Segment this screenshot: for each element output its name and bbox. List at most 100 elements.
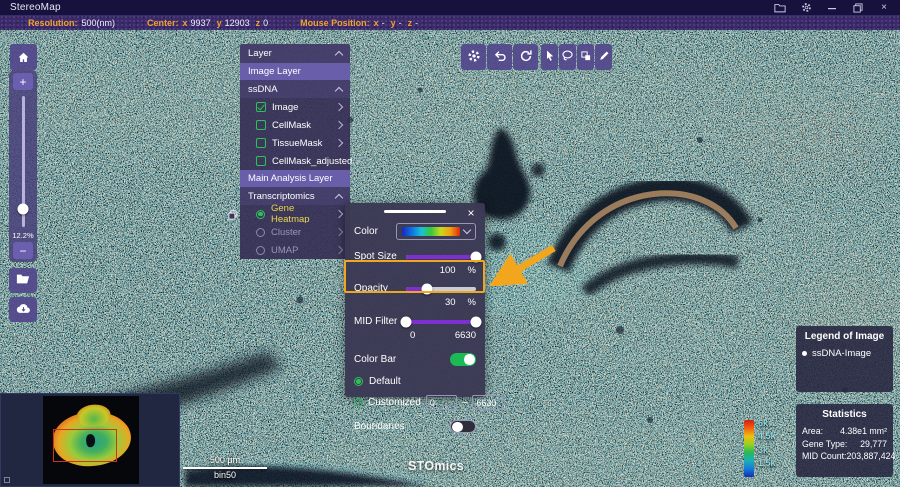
pencil-icon xyxy=(598,50,610,65)
layer-item-tissuemask[interactable]: TissueMask xyxy=(240,134,350,152)
gear-icon xyxy=(467,49,481,66)
chevron-right-icon[interactable] xyxy=(335,121,343,129)
layer-item-cellmask[interactable]: CellMask xyxy=(240,116,350,134)
home-button[interactable] xyxy=(10,44,37,70)
cloud-download-icon xyxy=(16,302,31,317)
spot-size-unit: % xyxy=(468,265,476,276)
spot-size-knob[interactable] xyxy=(471,251,482,262)
chevron-right-icon[interactable] xyxy=(335,246,343,254)
image-layer-section-header: Image Layer xyxy=(240,63,350,80)
group-squares-icon xyxy=(580,50,592,65)
cloud-export-button[interactable] xyxy=(9,297,37,322)
stereomap-window: StereoMap × Resolution: 500(nm) Center: … xyxy=(0,0,900,487)
ssdna-group-header[interactable]: ssDNA xyxy=(240,80,350,98)
checkbox-icon[interactable] xyxy=(256,138,266,148)
zoom-in-button[interactable]: + xyxy=(13,73,33,90)
color-label: Color xyxy=(354,226,378,237)
mid-filter-max-value: 6630 xyxy=(455,330,476,341)
customized-max-input[interactable] xyxy=(472,395,503,410)
layer-panel: Layer Image Layer ssDNA Image CellMask T… xyxy=(240,44,350,259)
chevron-right-icon[interactable] xyxy=(335,228,343,236)
opacity-knob[interactable] xyxy=(422,283,433,294)
lasso-icon xyxy=(561,49,574,65)
customized-radio[interactable] xyxy=(354,398,363,407)
minimize-icon[interactable] xyxy=(826,2,838,14)
gene-heatmap-settings-popup: × Color Spot Size 100 % Opacity xyxy=(345,203,485,397)
group-select-button[interactable] xyxy=(577,44,594,70)
zoom-slider[interactable] xyxy=(22,96,25,227)
checkbox-checked-icon[interactable] xyxy=(256,102,266,112)
legend-title: Legend of Image xyxy=(802,331,887,342)
mid-filter-label: MID Filter xyxy=(354,316,406,327)
redo-icon xyxy=(519,49,533,66)
chevron-right-icon[interactable] xyxy=(335,103,343,111)
undo-icon xyxy=(493,49,507,66)
stat-row-area: Area: 4.38e1 mm² xyxy=(802,426,887,436)
boundaries-label: Boundaries xyxy=(354,421,405,432)
settings-button[interactable] xyxy=(461,44,486,70)
minimap-panel xyxy=(0,393,180,487)
maximize-icon[interactable] xyxy=(852,2,864,14)
boundaries-toggle[interactable] xyxy=(450,420,476,433)
popup-close-button[interactable]: × xyxy=(464,206,478,220)
radio-icon[interactable] xyxy=(256,228,265,237)
app-title: StereoMap xyxy=(10,2,61,13)
zoom-slider-knob[interactable] xyxy=(18,203,29,214)
customized-min-input[interactable] xyxy=(426,395,457,410)
layer-item-image[interactable]: Image xyxy=(240,98,350,116)
minimap-viewport-rect[interactable] xyxy=(53,429,117,462)
layer-item-umap[interactable]: UMAP xyxy=(240,241,350,259)
layer-panel-header[interactable]: Layer xyxy=(240,44,350,63)
checkbox-icon[interactable] xyxy=(256,120,266,130)
spot-size-slider[interactable] xyxy=(406,255,476,259)
legend-item: ssDNA-Image xyxy=(802,348,887,359)
default-label: Default xyxy=(369,376,401,387)
popup-drag-handle[interactable] xyxy=(384,210,446,213)
redo-button[interactable] xyxy=(513,44,538,70)
layer-item-gene-heatmap[interactable]: Gene Heatmap xyxy=(240,205,350,223)
opacity-value: 30 xyxy=(445,297,456,308)
layer-item-cluster[interactable]: Cluster xyxy=(240,223,350,241)
minimap-thumbnail[interactable] xyxy=(43,396,139,484)
customized-label: Customized xyxy=(368,397,421,408)
undo-button[interactable] xyxy=(487,44,512,70)
chevron-right-icon[interactable] xyxy=(335,210,343,218)
open-file-button[interactable] xyxy=(9,268,37,293)
selection-toolbar xyxy=(541,44,612,70)
chevron-down-icon xyxy=(463,226,471,234)
chevron-up-icon xyxy=(335,86,343,94)
center-readout: Center: x 9937 y 12903 z 0 xyxy=(147,18,274,28)
range-dash: – xyxy=(462,397,468,408)
statistics-panel: Statistics Area: 4.38e1 mm² Gene Type: 2… xyxy=(796,404,893,477)
stat-row-mid-count: MID Count: 203,887,424 xyxy=(802,451,887,461)
checkbox-icon[interactable] xyxy=(256,156,266,166)
radio-icon[interactable] xyxy=(256,246,265,255)
mid-filter-min-knob[interactable] xyxy=(401,316,412,327)
opacity-slider[interactable] xyxy=(406,287,476,291)
chevron-up-icon xyxy=(335,193,343,201)
legend-dot-icon xyxy=(802,351,807,356)
main-analysis-section-header: Main Analysis Layer xyxy=(240,170,350,187)
heatmap-colorbar-labels: 6k 4.5k 3k 1.5k xyxy=(758,418,776,468)
close-icon[interactable]: × xyxy=(878,2,890,14)
settings-gear-icon[interactable] xyxy=(800,2,812,14)
mid-filter-max-knob[interactable] xyxy=(471,316,482,327)
minimap-resize-handle[interactable] xyxy=(4,477,10,483)
edit-button[interactable] xyxy=(595,44,612,70)
cursor-icon xyxy=(544,49,556,65)
radio-selected-icon[interactable] xyxy=(256,210,265,219)
default-radio[interactable] xyxy=(354,377,363,386)
color-bar-label: Color Bar xyxy=(354,354,396,365)
color-bar-toggle[interactable] xyxy=(450,353,476,366)
chevron-right-icon[interactable] xyxy=(335,139,343,147)
lasso-select-button[interactable] xyxy=(559,44,576,70)
mid-filter-range-slider[interactable] xyxy=(406,320,476,324)
cursor-select-button[interactable] xyxy=(541,44,558,70)
statistics-title: Statistics xyxy=(802,409,887,420)
colormap-select[interactable] xyxy=(396,223,476,240)
zoom-control: + 12.2% − xyxy=(9,70,37,262)
layer-item-cellmask-adjusted[interactable]: CellMask_adjusted xyxy=(240,152,350,170)
mouse-position-readout: Mouse Position: x - y - z - xyxy=(300,18,424,28)
folder-icon[interactable] xyxy=(774,2,786,14)
zoom-out-button[interactable]: − xyxy=(13,242,33,259)
